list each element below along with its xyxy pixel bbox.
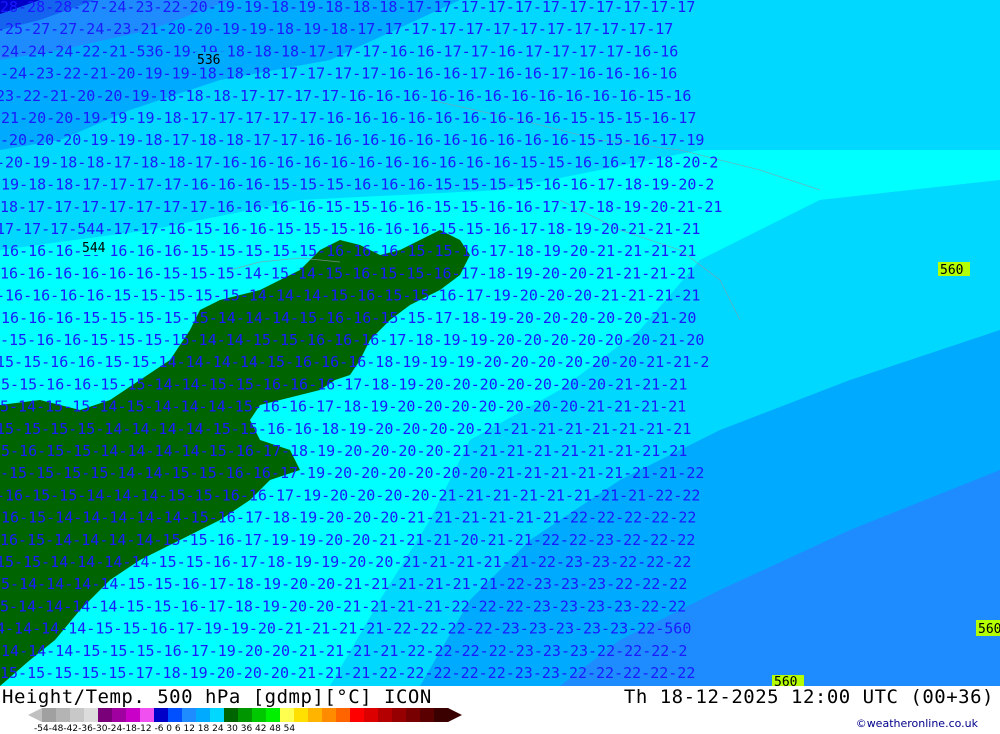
scale-swatch	[224, 708, 239, 722]
temperature-row: 15-16-15-15-14-14-14-14-15-16-17-18-19-2…	[0, 442, 687, 460]
scale-swatch	[196, 708, 211, 722]
height-label: 560	[976, 620, 1000, 637]
scale-swatch	[266, 708, 281, 722]
height-label: 560	[772, 675, 804, 686]
temperature-row: 28-28-28-27-24-23-22-20-19-19-18-19-18-1…	[0, 0, 695, 16]
temperature-row: -20-20-20-19-19-18-17-18-18-17-17-16-16-…	[0, 131, 704, 149]
scale-swatch	[210, 708, 225, 722]
temperature-row: 18-17-17-17-17-17-17-17-16-16-16-16-15-1…	[0, 198, 722, 216]
temperature-row: -16-15-15-14-14-14-15-15-16-16-17-19-20-…	[0, 486, 700, 504]
scale-swatch	[308, 708, 323, 722]
scale-swatch	[322, 708, 337, 722]
height-label-text: 560	[774, 675, 797, 686]
scale-swatch	[392, 708, 407, 722]
temperature-row: 15-15-14-14-14-14-15-15-16-17-18-19-19-2…	[0, 553, 691, 571]
scale-swatch	[336, 708, 351, 722]
height-label-text: 536	[197, 53, 220, 68]
height-label-text: 544	[82, 241, 106, 256]
scale-swatch	[350, 708, 365, 722]
temperature-row: 4-14-14-14-15-15-16-17-19-19-20-21-21-21…	[0, 620, 691, 638]
temperature-row: -20-19-18-18-17-18-18-17-16-16-16-16-16-…	[0, 153, 718, 171]
scale-swatch	[168, 708, 183, 722]
temperature-row: 16-15-14-14-14-14-15-15-16-17-19-19-20-2…	[0, 531, 695, 549]
temperature-row: -24-23-22-21-20-19-19-18-18-18-17-17-17-…	[0, 65, 677, 83]
temperature-row: 15-15-15-15-15-17-18-19-20-20-20-21-21-2…	[0, 664, 695, 682]
scale-swatch	[182, 708, 197, 722]
scale-swatch	[42, 708, 57, 722]
temperature-row: 15-15-16-16-15-15-14-14-15-15-16-16-16-1…	[0, 375, 687, 393]
map-title: Height/Temp. 500 hPa [gdmp][°C] ICON	[2, 686, 432, 708]
scale-swatch	[378, 708, 393, 722]
temperature-row: -19-18-18-17-17-17-17-16-16-16-15-15-15-…	[0, 176, 714, 194]
map-canvas: 28-28-28-27-24-23-22-20-19-19-18-19-18-1…	[0, 0, 1000, 686]
scale-swatch	[84, 708, 99, 722]
temperature-row: 5-14-15-15-14-15-14-14-14-15-16-16-17-18…	[0, 398, 686, 416]
height-label: 544	[80, 240, 112, 256]
scale-arrow-right	[448, 708, 462, 722]
height-label-text: 560	[940, 263, 963, 278]
scale-arrow-left	[28, 708, 42, 722]
temperature-labels: 28-28-28-27-24-23-22-20-19-19-18-19-18-1…	[0, 0, 722, 682]
credit-text: ©weatheronline.co.uk	[855, 717, 978, 730]
temperature-row: 15-15-15-15-14-14-14-14-15-15-16-16-18-1…	[0, 420, 691, 438]
temperature-row: 15-15-16-16-15-15-14-14-14-14-15-16-16-1…	[0, 353, 709, 371]
scale-swatch	[420, 708, 435, 722]
temperature-row: -15-16-16-15-15-15-15-14-14-15-15-16-16-…	[0, 331, 704, 349]
scale-swatch	[98, 708, 113, 722]
temperature-row: -25-27-27-24-23-21-20-20-19-19-18-19-18-…	[0, 20, 673, 38]
scale-swatch	[434, 708, 449, 722]
color-scale-bar	[42, 708, 449, 722]
footer: Height/Temp. 500 hPa [gdmp][°C] ICON Th …	[0, 686, 1000, 734]
height-label: 560	[938, 262, 970, 278]
temperature-row: -16-15-14-14-14-14-14-15-16-17-18-19-20-…	[0, 509, 696, 527]
color-scale	[28, 708, 462, 722]
temperature-row: -24-24-24-22-21-536-19-19-18-18-18-17-17…	[0, 42, 678, 60]
map-timestamp: Th 18-12-2025 12:00 UTC (00+36)	[623, 686, 994, 708]
temperature-row: 23-22-21-20-20-19-18-18-18-17-17-17-17-1…	[0, 87, 691, 105]
temperature-row: -21-20-20-19-19-19-18-17-17-17-17-17-16-…	[0, 109, 696, 127]
temperature-row: 16-16-16-16-16-16-15-15-15-14-15-14-15-1…	[0, 264, 695, 282]
temperature-row: -16-16-16-15-15-15-15-15-14-14-14-15-16-…	[0, 309, 696, 327]
temperature-row: -16-16-16-16-15-15-15-15-15-14-14-14-15-…	[0, 287, 700, 305]
scale-swatch	[252, 708, 267, 722]
height-label-text: 560	[978, 622, 1000, 637]
temperature-row: 17-17-17-544-17-17-16-15-16-16-15-15-15-…	[0, 220, 700, 238]
temperature-row: 5-14-14-14-14-15-15-16-17-18-19-20-20-21…	[0, 597, 686, 615]
temperature-row: 15-14-14-14-14-15-15-16-17-18-19-20-20-2…	[0, 575, 687, 593]
temperature-row: -15-15-15-15-14-14-15-15-16-16-17-19-20-…	[0, 464, 704, 482]
scale-swatch	[126, 708, 141, 722]
scale-swatch	[70, 708, 85, 722]
temperature-row: -14-14-14-15-15-15-16-17-19-20-20-21-21-…	[0, 642, 687, 660]
height-label: 536	[195, 52, 227, 68]
scale-swatch	[406, 708, 421, 722]
scale-swatch	[238, 708, 253, 722]
scale-swatch	[140, 708, 155, 722]
scale-swatch	[364, 708, 379, 722]
scale-swatch	[56, 708, 71, 722]
scale-swatch	[280, 708, 295, 722]
weather-map: 28-28-28-27-24-23-22-20-19-19-18-19-18-1…	[0, 0, 1000, 686]
scale-swatch	[112, 708, 127, 722]
scale-swatch	[294, 708, 309, 722]
scale-swatch	[154, 708, 169, 722]
